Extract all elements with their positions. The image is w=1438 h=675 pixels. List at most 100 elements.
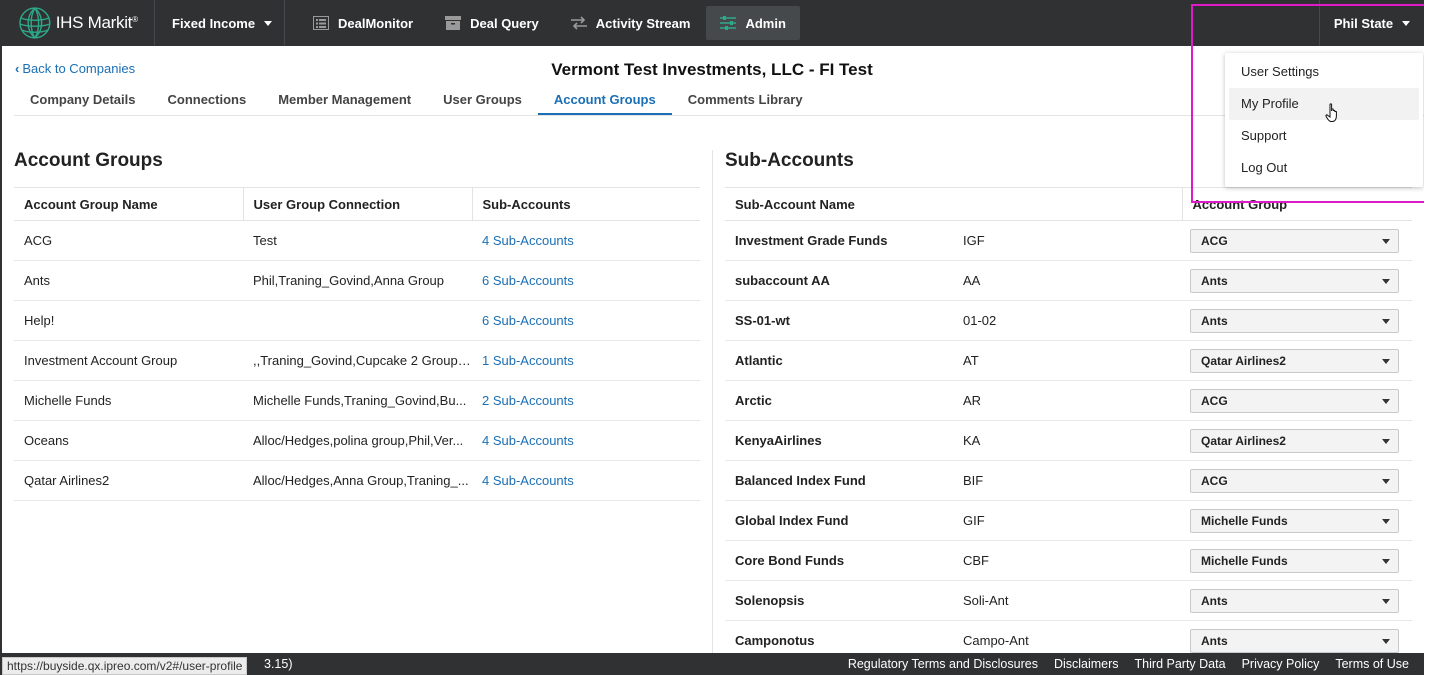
chevron-down-icon (1382, 518, 1390, 524)
user-group-connection: ,,Traning_Govind,Cupcake 2 Group,... (243, 340, 472, 381)
page-title: Vermont Test Investments, LLC - FI Test (551, 60, 873, 79)
sub-accounts-link[interactable]: 2 Sub-Accounts (472, 380, 700, 421)
sub-account-name: KenyaAirlines (725, 420, 953, 461)
sub-account-name: Global Index Fund (725, 500, 953, 541)
footer-link-disclaimers[interactable]: Disclaimers (1054, 657, 1119, 671)
account-group-cell: ACG (1182, 460, 1412, 501)
nav-activity-stream[interactable]: Activity Stream (555, 0, 707, 46)
account-group-name: Investment Account Group (14, 340, 243, 381)
account-group-select[interactable]: Ants (1190, 628, 1399, 653)
account-group-select[interactable]: ACG (1190, 468, 1399, 493)
account-group-cell: ACG (1182, 220, 1412, 261)
nav-admin[interactable]: Admin (706, 6, 800, 40)
account-group-select[interactable]: Qatar Airlines2 (1190, 428, 1399, 453)
account-group-select[interactable]: Ants (1190, 308, 1399, 333)
account-group-cell: Ants (1182, 260, 1412, 301)
account-group-select[interactable]: Ants (1190, 588, 1399, 613)
account-group-select[interactable]: Qatar Airlines2 (1190, 348, 1399, 373)
select-value: Ants (1201, 593, 1228, 608)
footer-links: Regulatory Terms and Disclosures Disclai… (848, 657, 1409, 671)
sub-account-name: Core Bond Funds (725, 540, 953, 581)
sub-accounts-link[interactable]: 6 Sub-Accounts (472, 260, 700, 301)
product-dropdown[interactable]: Fixed Income (155, 0, 285, 46)
footer-link-privacy-policy[interactable]: Privacy Policy (1242, 657, 1320, 671)
chevron-down-icon (1382, 398, 1390, 404)
sub-account-name: subaccount AA (725, 260, 953, 301)
table-row[interactable]: Investment Grade Funds IGF ACG (725, 220, 1412, 261)
footer-link-regulatory[interactable]: Regulatory Terms and Disclosures (848, 657, 1038, 671)
account-group-cell: Qatar Airlines2 (1182, 420, 1412, 461)
user-menu-button[interactable]: Phil State (1319, 0, 1424, 46)
footer-link-third-party-data[interactable]: Third Party Data (1135, 657, 1226, 671)
sub-accounts-link[interactable]: 4 Sub-Accounts (472, 220, 700, 261)
column-header[interactable]: Account Group Name (14, 187, 243, 221)
chevron-down-icon (1382, 558, 1390, 564)
footer-link-terms-of-use[interactable]: Terms of Use (1335, 657, 1409, 671)
ihs-markit-logo[interactable]: IHS Markit ® (0, 0, 155, 46)
table-header-row: Account Group Name User Group Connection… (14, 187, 700, 221)
account-group-select[interactable]: Michelle Funds (1190, 548, 1399, 573)
nav-dealmonitor[interactable]: DealMonitor (285, 0, 429, 46)
select-value: ACG (1201, 233, 1228, 248)
sub-account-code: CBF (953, 540, 1182, 581)
version-text: 3.15) (264, 657, 293, 671)
account-group-select[interactable]: ACG (1190, 228, 1399, 253)
back-label: Back to Companies (22, 61, 136, 76)
sub-account-code: AR (953, 380, 1182, 421)
chevron-down-icon (1382, 438, 1390, 444)
menu-item-user-settings[interactable]: User Settings (1225, 56, 1423, 88)
top-nav-bar: IHS Markit ® Fixed Income DealMonitor Dea… (0, 0, 1424, 46)
tab-bar: Company Details Connections Member Manag… (14, 84, 1424, 116)
account-group-select[interactable]: Michelle Funds (1190, 508, 1399, 533)
account-group-cell: Qatar Airlines2 (1182, 340, 1412, 381)
sub-accounts-link[interactable]: 4 Sub-Accounts (472, 460, 700, 501)
swap-arrows-icon (570, 16, 587, 30)
table-row[interactable]: Ants Phil,Traning_Govind,Anna Group 6 Sub-… (14, 260, 700, 301)
table-row[interactable]: KenyaAirlines KA Qatar Airlines2 (725, 420, 1412, 461)
table-row[interactable]: Solenopsis Soli-Ant Ants (725, 580, 1412, 621)
table-row[interactable]: Arctic AR ACG (725, 380, 1412, 421)
table-row[interactable]: Investment Account Group ,,Traning_Govind… (14, 340, 700, 381)
table-row[interactable]: Balanced Index Fund BIF ACG (725, 460, 1412, 501)
browser-status-url: https://buyside.qx.ipreo.com/v2#/user-pr… (2, 657, 248, 675)
sub-accounts-link[interactable]: 1 Sub-Accounts (472, 340, 700, 381)
user-group-connection (243, 300, 472, 341)
select-value: Ants (1201, 313, 1228, 328)
tab-connections[interactable]: Connections (151, 84, 262, 115)
menu-item-support[interactable]: Support (1225, 120, 1423, 152)
tab-company-details[interactable]: Company Details (14, 84, 151, 115)
table-row[interactable]: Qatar Airlines2 Alloc/Hedges,Anna Group,T… (14, 460, 700, 501)
menu-item-log-out[interactable]: Log Out (1225, 152, 1423, 184)
select-value: Qatar Airlines2 (1201, 433, 1286, 448)
sub-accounts-link[interactable]: 6 Sub-Accounts (472, 300, 700, 341)
table-row[interactable]: Atlantic AT Qatar Airlines2 (725, 340, 1412, 381)
select-value: Qatar Airlines2 (1201, 353, 1286, 368)
table-row[interactable]: Help! 6 Sub-Accounts (14, 300, 700, 341)
nav-label: Deal Query (470, 15, 539, 31)
table-row[interactable]: subaccount AA AA Ants (725, 260, 1412, 301)
table-row[interactable]: Core Bond Funds CBF Michelle Funds (725, 540, 1412, 581)
table-row[interactable]: ACG Test 4 Sub-Accounts (14, 220, 700, 261)
tab-comments-library[interactable]: Comments Library (672, 84, 819, 115)
table-row[interactable]: SS-01-wt 01-02 Ants (725, 300, 1412, 341)
back-to-companies-link[interactable]: ‹ Back to Companies (15, 61, 135, 76)
user-group-connection: Michelle Funds,Traning_Govind,Bu... (243, 380, 472, 421)
account-group-select[interactable]: ACG (1190, 388, 1399, 413)
chevron-down-icon (1382, 478, 1390, 484)
table-row[interactable]: Global Index Fund GIF Michelle Funds (725, 500, 1412, 541)
table-row[interactable]: Michelle Funds Michelle Funds,Traning_Gov… (14, 380, 700, 421)
nav-deal-query[interactable]: Deal Query (429, 0, 555, 46)
column-header[interactable]: Sub-Accounts (471, 187, 700, 221)
menu-item-my-profile[interactable]: My Profile (1229, 88, 1419, 120)
tab-user-groups[interactable]: User Groups (427, 84, 538, 115)
column-header[interactable]: Account Group (1181, 187, 1412, 221)
table-row[interactable]: Oceans Alloc/Hedges,polina group,Phil,Ver… (14, 420, 700, 461)
account-group-name: Michelle Funds (14, 380, 243, 421)
sub-accounts-link[interactable]: 4 Sub-Accounts (472, 420, 700, 461)
column-header[interactable]: User Group Connection (242, 187, 472, 221)
tab-member-management[interactable]: Member Management (262, 84, 427, 115)
column-header[interactable]: Sub-Account Name (725, 187, 1182, 221)
select-value: Michelle Funds (1201, 513, 1288, 528)
tab-account-groups[interactable]: Account Groups (537, 84, 672, 115)
account-group-select[interactable]: Ants (1190, 268, 1399, 293)
